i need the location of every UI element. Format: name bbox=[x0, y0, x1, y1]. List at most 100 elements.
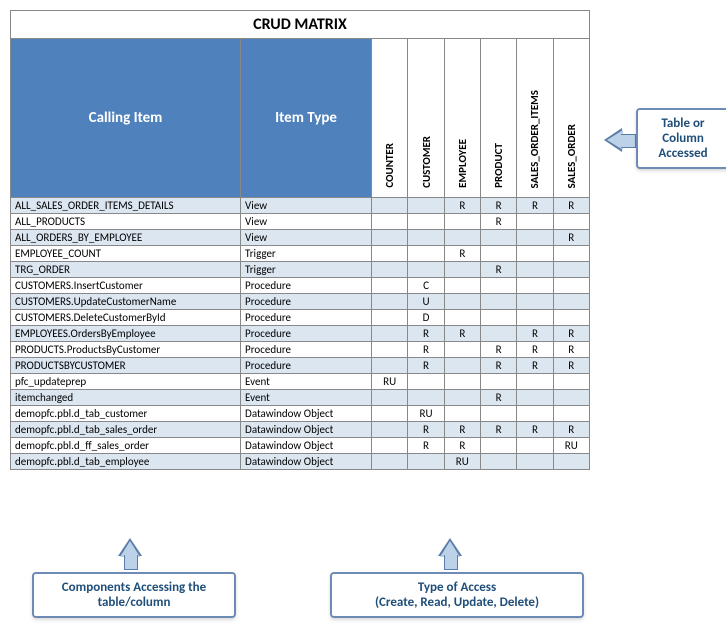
header-calling-item: Calling Item bbox=[11, 39, 241, 198]
cell-crud-value: R bbox=[553, 326, 589, 342]
cell-crud-value: R bbox=[480, 198, 516, 214]
cell-calling-item: CUSTOMERS.DeleteCustomerById bbox=[11, 310, 241, 326]
table-row: ALL_SALES_ORDER_ITEMS_DETAILSViewRRRR bbox=[11, 198, 590, 214]
cell-crud-value bbox=[517, 374, 553, 390]
cell-crud-value bbox=[444, 374, 480, 390]
cell-crud-value bbox=[372, 246, 408, 262]
cell-crud-value bbox=[517, 390, 553, 406]
cell-crud-value bbox=[517, 230, 553, 246]
cell-crud-value bbox=[372, 278, 408, 294]
cell-crud-value: R bbox=[480, 422, 516, 438]
cell-crud-value bbox=[372, 198, 408, 214]
header-column: CUSTOMER bbox=[408, 39, 444, 198]
cell-crud-value bbox=[480, 310, 516, 326]
cell-crud-value bbox=[408, 454, 444, 470]
cell-calling-item: ALL_SALES_ORDER_ITEMS_DETAILS bbox=[11, 198, 241, 214]
cell-crud-value bbox=[408, 390, 444, 406]
cell-crud-value: R bbox=[517, 326, 553, 342]
cell-crud-value bbox=[517, 214, 553, 230]
cell-calling-item: demopfc.pbl.d_tab_employee bbox=[11, 454, 241, 470]
cell-item-type: View bbox=[241, 214, 372, 230]
cell-crud-value bbox=[408, 214, 444, 230]
cell-crud-value bbox=[553, 310, 589, 326]
cell-crud-value: R bbox=[408, 342, 444, 358]
header-column: SALES_ORDER_ITEMS bbox=[517, 39, 553, 198]
cell-item-type: Procedure bbox=[241, 278, 372, 294]
table-row: CUSTOMERS.UpdateCustomerNameProcedureU bbox=[11, 294, 590, 310]
table-row: demopfc.pbl.d_tab_sales_orderDatawindow … bbox=[11, 422, 590, 438]
cell-crud-value bbox=[372, 454, 408, 470]
cell-crud-value bbox=[408, 246, 444, 262]
cell-crud-value bbox=[553, 262, 589, 278]
cell-crud-value bbox=[517, 406, 553, 422]
cell-calling-item: itemchanged bbox=[11, 390, 241, 406]
cell-crud-value: R bbox=[480, 214, 516, 230]
table-row: demopfc.pbl.d_tab_customerDatawindow Obj… bbox=[11, 406, 590, 422]
header-column: PRODUCT bbox=[480, 39, 516, 198]
cell-crud-value: R bbox=[553, 358, 589, 374]
cell-crud-value bbox=[517, 438, 553, 454]
header-column: EMPLOYEE bbox=[444, 39, 480, 198]
cell-crud-value bbox=[517, 310, 553, 326]
cell-crud-value bbox=[372, 214, 408, 230]
cell-crud-value: R bbox=[444, 246, 480, 262]
cell-calling-item: EMPLOYEE_COUNT bbox=[11, 246, 241, 262]
cell-crud-value bbox=[444, 278, 480, 294]
cell-item-type: Datawindow Object bbox=[241, 454, 372, 470]
cell-crud-value: R bbox=[408, 326, 444, 342]
cell-crud-value: R bbox=[553, 342, 589, 358]
cell-crud-value bbox=[553, 246, 589, 262]
cell-crud-value bbox=[372, 262, 408, 278]
callout-components: Components Accessing the table/column bbox=[32, 572, 236, 618]
cell-crud-value bbox=[372, 358, 408, 374]
cell-item-type: Event bbox=[241, 374, 372, 390]
cell-crud-value: R bbox=[480, 358, 516, 374]
cell-calling-item: EMPLOYEES.OrdersByEmployee bbox=[11, 326, 241, 342]
cell-calling-item: PRODUCTSBYCUSTOMER bbox=[11, 358, 241, 374]
cell-calling-item: demopfc.pbl.d_tab_sales_order bbox=[11, 422, 241, 438]
cell-crud-value bbox=[480, 230, 516, 246]
cell-crud-value bbox=[372, 310, 408, 326]
table-row: CUSTOMERS.DeleteCustomerByIdProcedureD bbox=[11, 310, 590, 326]
cell-crud-value bbox=[372, 294, 408, 310]
cell-crud-value: R bbox=[408, 358, 444, 374]
cell-crud-value bbox=[517, 454, 553, 470]
cell-item-type: Datawindow Object bbox=[241, 406, 372, 422]
cell-crud-value bbox=[553, 406, 589, 422]
table-row: pfc_updateprepEventRU bbox=[11, 374, 590, 390]
cell-crud-value bbox=[480, 374, 516, 390]
cell-crud-value bbox=[517, 246, 553, 262]
cell-crud-value bbox=[553, 214, 589, 230]
cell-crud-value: C bbox=[408, 278, 444, 294]
arrow-up-icon bbox=[120, 541, 140, 557]
cell-crud-value bbox=[553, 390, 589, 406]
cell-item-type: Trigger bbox=[241, 262, 372, 278]
cell-crud-value: R bbox=[517, 342, 553, 358]
cell-crud-value bbox=[480, 246, 516, 262]
cell-crud-value: D bbox=[408, 310, 444, 326]
cell-crud-value: R bbox=[480, 390, 516, 406]
cell-crud-value bbox=[444, 406, 480, 422]
cell-crud-value bbox=[444, 214, 480, 230]
cell-crud-value bbox=[372, 438, 408, 454]
cell-item-type: Procedure bbox=[241, 294, 372, 310]
cell-crud-value bbox=[444, 230, 480, 246]
cell-crud-value: RU bbox=[408, 406, 444, 422]
cell-crud-value: R bbox=[517, 422, 553, 438]
cell-crud-value: RU bbox=[553, 438, 589, 454]
cell-crud-value: R bbox=[444, 422, 480, 438]
cell-calling-item: ALL_ORDERS_BY_EMPLOYEE bbox=[11, 230, 241, 246]
cell-crud-value bbox=[372, 390, 408, 406]
cell-crud-value bbox=[444, 342, 480, 358]
cell-crud-value bbox=[553, 454, 589, 470]
cell-crud-value: R bbox=[480, 342, 516, 358]
cell-crud-value: R bbox=[480, 262, 516, 278]
table-row: demopfc.pbl.d_ff_sales_orderDatawindow O… bbox=[11, 438, 590, 454]
cell-crud-value bbox=[480, 406, 516, 422]
header-column: COUNTER bbox=[372, 39, 408, 198]
cell-item-type: Event bbox=[241, 390, 372, 406]
header-column: SALES_ORDER bbox=[553, 39, 589, 198]
cell-item-type: Procedure bbox=[241, 326, 372, 342]
table-row: TRG_ORDERTriggerR bbox=[11, 262, 590, 278]
cell-calling-item: PRODUCTS.ProductsByCustomer bbox=[11, 342, 241, 358]
